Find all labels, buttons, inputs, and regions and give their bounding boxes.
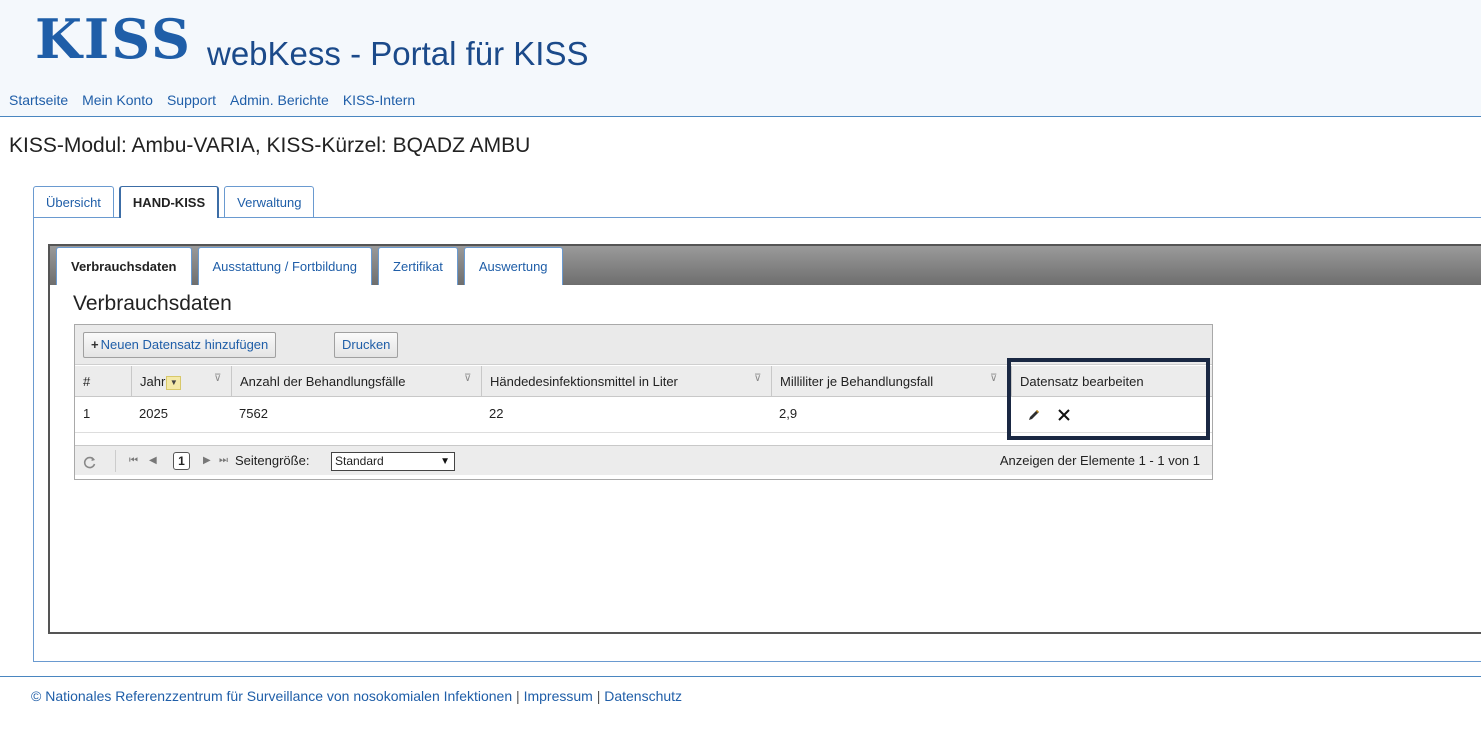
plus-icon: + — [91, 337, 99, 352]
top-navigation: Startseite Mein Konto Support Admin. Ber… — [2, 90, 422, 110]
footer-divider — [0, 676, 1481, 677]
column-header-haendedesinfektionsmittel[interactable]: Händedesinfektionsmittel in Liter ⊽ — [481, 366, 771, 397]
nav-startseite[interactable]: Startseite — [2, 90, 75, 110]
column-header-jahr[interactable]: Jahr ▼ ⊽ — [131, 366, 231, 397]
nav-admin-berichte[interactable]: Admin. Berichte — [223, 90, 336, 110]
filter-icon[interactable]: ⊽ — [464, 374, 471, 384]
chevron-down-icon: ▼ — [440, 456, 450, 467]
add-record-label: Neuen Datensatz hinzufügen — [100, 337, 269, 352]
delete-x-icon[interactable] — [1057, 398, 1071, 430]
grid-toolbar: + Neuen Datensatz hinzufügen Drucken — [75, 325, 1212, 365]
first-page-icon[interactable]: ⏮ — [129, 446, 138, 476]
nav-support[interactable]: Support — [160, 90, 223, 110]
column-header-milliliter[interactable]: Milliliter je Behandlungsfall ⊽ — [771, 366, 1011, 397]
page-size-select[interactable]: Standard ▼ — [331, 452, 455, 471]
next-page-icon[interactable]: ▶ — [203, 446, 211, 476]
column-header-number-label: # — [83, 374, 91, 389]
tab-auswertung[interactable]: Auswertung — [463, 247, 563, 285]
add-record-button[interactable]: + Neuen Datensatz hinzufügen — [83, 332, 277, 358]
cell-behandlungsfaelle: 7562 — [239, 406, 268, 421]
column-header-number[interactable]: # — [75, 366, 131, 397]
kiss-logo[interactable]: KISS — [35, 12, 192, 66]
cell-number: 1 — [83, 406, 91, 421]
previous-page-icon[interactable]: ◀ — [149, 446, 157, 476]
data-grid: + Neuen Datensatz hinzufügen Drucken # Ja… — [74, 324, 1213, 480]
print-button[interactable]: Drucken — [334, 332, 399, 358]
column-header-milliliter-label: Milliliter je Behandlungsfall — [780, 374, 934, 389]
site-title: webKess - Portal für KISS — [207, 35, 589, 72]
column-header-behandlungsfaelle[interactable]: Anzahl der Behandlungsfälle ⊽ — [231, 366, 481, 397]
pager-summary: Anzeigen der Elemente 1 - 1 von 1 — [999, 453, 1200, 468]
module-title: KISS-Modul: Ambu-VARIA, KISS-Kürzel: BQA… — [9, 134, 531, 157]
filter-icon[interactable]: ⊽ — [990, 374, 997, 384]
footer-impressum-link[interactable]: Impressum — [524, 688, 593, 704]
table-row: 1 2025 7562 22 2,9 — [75, 398, 1212, 433]
column-header-behandlungsfaelle-label: Anzahl der Behandlungsfälle — [240, 374, 406, 389]
cell-milliliter: 2,9 — [779, 406, 798, 421]
nav-kiss-intern[interactable]: KISS-Intern — [336, 90, 422, 110]
tab-hand-kiss[interactable]: HAND-KISS — [118, 186, 220, 218]
pager-divider — [115, 450, 116, 472]
footer-separator: | — [596, 688, 601, 704]
column-header-datensatz-bearbeiten-label: Datensatz bearbeiten — [1020, 374, 1144, 389]
section-title: Verbrauchsdaten — [73, 292, 232, 315]
footer-separator: | — [516, 688, 520, 704]
grid-pager: ⏮ ◀ 1 ▶ ⏭ Seitengröße: Standard ▼ Anzeig… — [75, 445, 1212, 475]
tab-verwaltung[interactable]: Verwaltung — [224, 186, 315, 217]
tab-ausstattung-fortbildung[interactable]: Ausstattung / Fortbildung — [197, 247, 373, 285]
cell-haendedesinfektionsmittel: 22 — [489, 406, 504, 421]
inner-tabs: Verbrauchsdaten Ausstattung / Fortbildun… — [56, 247, 563, 285]
footer-copyright: © Nationales Referenzzentrum für Surveil… — [31, 688, 513, 704]
column-header-datensatz-bearbeiten: Datensatz bearbeiten — [1011, 366, 1212, 397]
filter-icon[interactable]: ⊽ — [754, 374, 761, 384]
column-header-jahr-label: Jahr — [140, 374, 166, 389]
last-page-icon[interactable]: ⏭ — [219, 446, 228, 476]
tab-uebersicht[interactable]: Übersicht — [33, 186, 114, 217]
page-size-value: Standard — [335, 454, 384, 468]
edit-pencil-icon[interactable] — [1027, 398, 1041, 430]
current-page-button[interactable]: 1 — [173, 452, 190, 470]
tab-verbrauchsdaten[interactable]: Verbrauchsdaten — [56, 247, 192, 285]
cell-jahr: 2025 — [139, 406, 168, 421]
outer-tabs: Übersicht HAND-KISS Verwaltung — [33, 186, 315, 218]
grid-header-row: # Jahr ▼ ⊽ Anzahl der Behandlungsfälle ⊽ … — [75, 366, 1212, 397]
tab-zertifikat[interactable]: Zertifikat — [378, 247, 458, 285]
page-size-label: Seitengröße: — [235, 453, 310, 468]
cell-actions — [1019, 398, 1139, 433]
sort-descending-icon[interactable]: ▼ — [166, 375, 182, 390]
nav-mein-konto[interactable]: Mein Konto — [75, 90, 160, 110]
column-header-haendedesinfektionsmittel-label: Händedesinfektionsmittel in Liter — [490, 374, 678, 389]
footer-datenschutz-link[interactable]: Datenschutz — [604, 688, 682, 704]
refresh-icon[interactable] — [83, 446, 97, 476]
page-footer: © Nationales Referenzzentrum für Surveil… — [31, 685, 682, 707]
filter-icon[interactable]: ⊽ — [214, 374, 221, 384]
page-header: KISS webKess - Portal für KISS Startseit… — [0, 0, 1481, 117]
